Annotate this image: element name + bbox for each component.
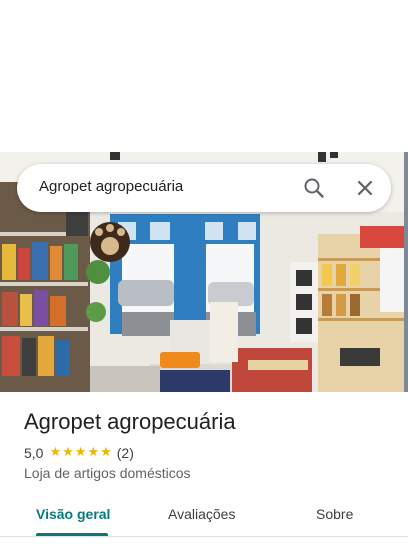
star-icon: ★	[49, 445, 62, 460]
divider	[0, 536, 408, 537]
tab-overview[interactable]: Visão geral	[36, 506, 110, 522]
search-input[interactable]: Agropet agropecuária	[39, 178, 183, 195]
star-icon: ★	[87, 445, 100, 460]
place-panel: Agropet agropecuária Agropet agropecuári…	[0, 0, 408, 544]
search-bar[interactable]: Agropet agropecuária	[17, 164, 391, 212]
tab-about[interactable]: Sobre	[316, 506, 353, 522]
rating-value: 5,0	[24, 445, 44, 461]
place-name: Agropet agropecuária	[24, 409, 236, 434]
rating-row[interactable]: 5,0 ★ ★ ★ ★ ★ (2)	[24, 445, 134, 461]
tab-reviews[interactable]: Avaliações	[168, 506, 235, 522]
scrollbar[interactable]	[404, 152, 408, 392]
search-icon[interactable]	[302, 176, 326, 200]
star-icon: ★	[62, 445, 74, 460]
star-icon: ★	[74, 445, 87, 460]
rating-stars: ★ ★ ★ ★ ★	[49, 445, 112, 461]
close-icon[interactable]	[353, 176, 377, 200]
star-icon: ★	[100, 445, 112, 460]
place-category[interactable]: Loja de artigos domésticos	[24, 465, 191, 481]
tab-bar: Visão geral Avaliações Sobre	[0, 496, 408, 540]
review-count[interactable]: (2)	[117, 445, 134, 461]
